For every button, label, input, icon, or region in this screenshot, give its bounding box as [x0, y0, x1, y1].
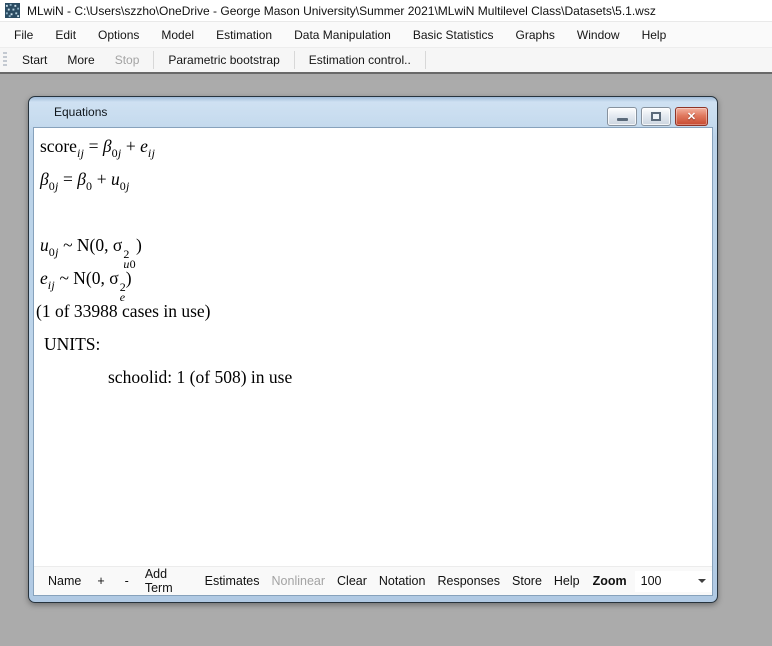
menu-bar: FileEditOptionsModelEstimationData Manip…: [0, 22, 772, 47]
toolbar-separator: [294, 51, 295, 69]
equations-button-nonlinear: Nonlinear: [266, 574, 332, 588]
minimize-button[interactable]: [607, 107, 637, 126]
equation-line: β0j = β0 + u0j: [34, 163, 712, 196]
menu-item-estimation[interactable]: Estimation: [205, 22, 283, 47]
menu-item-edit[interactable]: Edit: [44, 22, 87, 47]
equations-button-name[interactable]: Name: [42, 574, 87, 588]
mlwin-app-icon: [5, 3, 20, 18]
menu-item-model[interactable]: Model: [150, 22, 205, 47]
equations-button-responses[interactable]: Responses: [431, 574, 506, 588]
toolbar-button-estimation-control[interactable]: Estimation control..: [299, 48, 421, 72]
menu-item-window[interactable]: Window: [566, 22, 631, 47]
main-toolbar: StartMoreStop Parametric bootstrap Estimat…: [0, 47, 772, 74]
chevron-down-icon[interactable]: [698, 579, 706, 583]
menu-item-help[interactable]: Help: [631, 22, 678, 47]
title-bar[interactable]: MLwiN - C:\Users\szzho\OneDrive - George…: [0, 0, 772, 22]
equations-title-bar[interactable]: Equations: [29, 97, 717, 127]
equations-window-title: Equations: [54, 105, 107, 119]
close-button[interactable]: [675, 107, 708, 126]
equations-button-store[interactable]: Store: [506, 574, 548, 588]
equations-button-notation[interactable]: Notation: [373, 574, 432, 588]
toolbar-button-more[interactable]: More: [57, 48, 104, 72]
equation-line: schoolid: 1 (of 508) in use: [34, 361, 712, 394]
toolbar-separator: [153, 51, 154, 69]
mdi-workspace: Equations scoreij = β0j + eijβ0j = β0 + …: [0, 76, 772, 646]
equation-line: scoreij = β0j + eij: [34, 130, 712, 163]
equation-line: UNITS:: [34, 328, 712, 361]
mlwin-window: MLwiN - C:\Users\szzho\OneDrive - George…: [0, 0, 772, 646]
menu-item-file[interactable]: File: [3, 22, 44, 47]
toolbar-button-parametric-bootstrap[interactable]: Parametric bootstrap: [158, 48, 289, 72]
window-controls: [607, 107, 708, 126]
equations-display: scoreij = β0j + eijβ0j = β0 + u0j u0j ~ N…: [34, 128, 712, 394]
close-icon: [687, 107, 696, 125]
toolbar-button-stop: Stop: [105, 48, 150, 72]
window-title: MLwiN - C:\Users\szzho\OneDrive - George…: [27, 4, 656, 18]
equations-button-minus[interactable]: -: [115, 574, 139, 588]
equations-button-help[interactable]: Help: [548, 574, 586, 588]
equations-window: Equations scoreij = β0j + eijβ0j = β0 + …: [28, 96, 718, 603]
menu-item-basic-statistics[interactable]: Basic Statistics: [402, 22, 505, 47]
equation-line: u0j ~ N(0, σ2u0): [34, 229, 712, 262]
zoom-combobox[interactable]: 100: [635, 571, 712, 592]
restore-icon: [651, 112, 661, 121]
equations-content: scoreij = β0j + eijβ0j = β0 + u0j u0j ~ N…: [33, 127, 713, 596]
zoom-label: Zoom: [586, 574, 632, 588]
minimize-icon: [617, 118, 628, 121]
equation-line: [34, 196, 712, 229]
equations-button-plus[interactable]: +: [87, 574, 114, 588]
zoom-value: 100: [641, 574, 662, 588]
restore-button[interactable]: [641, 107, 671, 126]
menu-item-graphs[interactable]: Graphs: [505, 22, 566, 47]
toolbar-separator: [425, 51, 426, 69]
equations-button-add-term[interactable]: Add Term: [139, 567, 199, 595]
toolbar-grip[interactable]: [3, 52, 7, 68]
menu-item-options[interactable]: Options: [87, 22, 150, 47]
equations-toolbar: Name+-Add TermEstimatesNonlinearClearNot…: [34, 566, 712, 595]
equations-button-clear[interactable]: Clear: [331, 574, 373, 588]
toolbar-button-start[interactable]: Start: [12, 48, 57, 72]
equations-button-estimates[interactable]: Estimates: [199, 574, 266, 588]
equations-buttons: Name+-Add TermEstimatesNonlinearClearNot…: [42, 567, 586, 595]
equation-line: (1 of 33988 cases in use): [34, 295, 712, 328]
menu-item-data-manipulation[interactable]: Data Manipulation: [283, 22, 402, 47]
